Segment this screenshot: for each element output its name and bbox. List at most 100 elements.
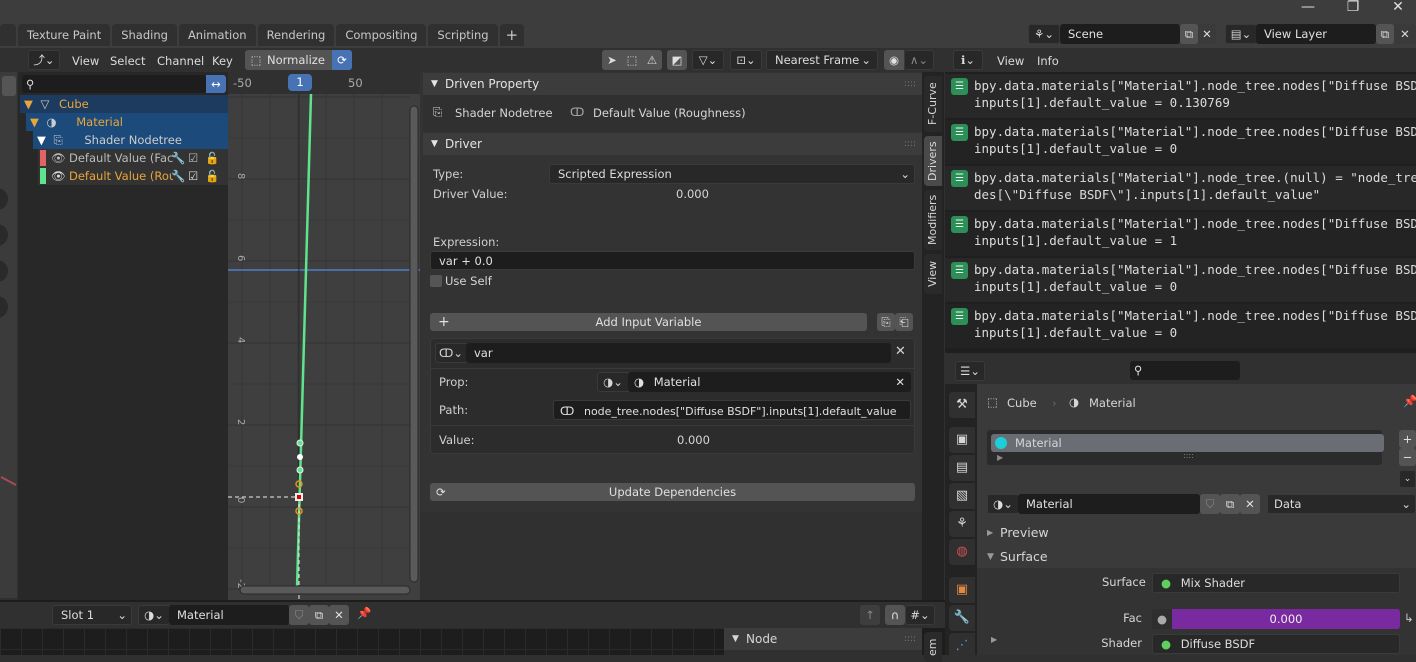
log-entry[interactable]: ☰ bpy.data.materials["Material"].node_tre… [945,212,1416,256]
log-entry[interactable]: ☰ bpy.data.materials["Material"].node_tre… [945,258,1416,302]
falloff-dropdown[interactable]: ∧⌄ [904,50,934,70]
eye-icon[interactable]: 👁 [51,167,66,185]
channel-material[interactable]: ▼ ◑ Material [26,113,228,131]
material-browse-button[interactable]: ◑⌄ [987,494,1019,514]
view-layer-name-field[interactable]: View Layer [1256,24,1376,44]
workspace-tab[interactable]: Rendering [257,24,335,46]
minimize-button[interactable]: — [1288,0,1328,14]
show-cursor-button[interactable]: ◩ [667,50,687,70]
log-entry[interactable]: ☰ bpy.data.materials["Material"].node_tre… [945,120,1416,164]
frame-ruler[interactable]: -50 1 50 [228,72,420,94]
current-frame-indicator[interactable]: 1 [288,74,312,91]
fake-user-button[interactable]: ⛉ [289,605,309,625]
drag-handle-icon[interactable]: :::: [904,73,916,95]
tab-output[interactable]: ▤ [949,455,975,481]
3d-viewport-sliver[interactable] [0,48,17,598]
fac-slider[interactable]: 0.000 [1172,609,1400,629]
navigate-gizmo[interactable] [0,296,8,318]
surface-panel-header[interactable]: ▼ Surface [977,546,1416,568]
new-scene-button[interactable]: ⧉ [1180,24,1198,44]
tab-view-layer[interactable]: ▧ [949,483,975,509]
drag-handle-icon[interactable]: :::: [904,628,916,650]
link-mode-dropdown[interactable]: Data ⌄ [1267,494,1416,514]
material-name-field[interactable]: Material [169,605,289,625]
tab-item[interactable]: em [924,632,942,662]
workspace-tab[interactable]: Texture Paint [18,24,111,46]
driver-panel-header[interactable]: ▼ Driver :::: [423,133,922,155]
menu-info[interactable]: Info [1037,52,1059,70]
unlink-material-button[interactable]: ✕ [329,605,349,625]
cursor-icon[interactable]: ➤ [602,50,622,70]
use-self-checkbox[interactable] [430,275,442,287]
channel-fcurve-roughness[interactable]: 👁 Default Value (Roug 🔧 ☑ 🔓 [38,167,228,185]
expand-arrow-icon[interactable]: ▶ [991,635,997,644]
duplicate-material-button[interactable]: ⧉ [1220,494,1240,514]
resize-handle-icon[interactable]: :::: [1183,451,1194,460]
surface-shader-field[interactable]: ● Mix Shader [1152,573,1400,593]
tab-tool[interactable]: ⚒ [949,392,975,418]
box-select-icon[interactable]: ⬚ [622,50,642,70]
maximize-button[interactable]: ❐ [1333,0,1373,14]
workspace-tab[interactable]: Compositing [336,24,427,46]
eye-icon[interactable]: 👁 [51,149,66,167]
duplicate-material-button[interactable]: ⧉ [309,605,329,625]
auto-normalize-button[interactable]: ⟳ [332,50,352,70]
channel-search-input[interactable]: ⚲ [22,75,206,93]
workspace-tab[interactable]: Animation [178,24,256,46]
log-entry[interactable]: ☰ bpy.data.materials["Material"].node_tre… [945,74,1416,118]
scene-name-field[interactable]: Scene [1060,24,1180,44]
expand-arrow-icon[interactable]: ▼ [26,115,39,129]
tab-view[interactable]: View [924,254,942,294]
tab-scene[interactable]: ⚘ [949,511,975,537]
material-slot-item[interactable]: Material [991,434,1384,452]
workspace-tab[interactable]: Scripting [428,24,498,46]
unlock-icon[interactable]: 🔓 [205,149,219,167]
filter-dropdown[interactable]: ▽⌄ [692,50,724,70]
sync-visibility-toggle[interactable]: ↔ [206,75,226,93]
warning-icon[interactable]: ⚠ [642,50,662,70]
parent-node-tree-button[interactable]: ↑ [860,605,880,625]
unlink-material-button[interactable]: ✕ [1240,494,1260,514]
update-dependencies-button[interactable]: ⟳ Update Dependencies [430,483,915,501]
channel-fcurve-fac[interactable]: 👁 Default Value (Fac) 🔧 ☑ 🔓 [38,149,228,167]
pin-icon[interactable]: 📌 [1403,394,1416,408]
material-name-field[interactable]: Material [1018,494,1200,514]
navigate-gizmo[interactable] [0,260,8,282]
material-browse-button[interactable]: ◑⌄ [138,605,170,625]
channel-object[interactable]: ▼ ▽ Cube [20,95,228,113]
scene-browse-button[interactable]: ⚘⌄ [1028,24,1060,44]
fac-socket[interactable]: ● [1152,609,1172,629]
menu-key[interactable]: Key [212,52,233,70]
remove-variable-button[interactable]: ✕ [895,344,906,359]
wrench-icon[interactable]: 🔧 [171,167,185,185]
menu-view[interactable]: View [997,52,1024,70]
link-arrow-icon[interactable]: ↳ [1404,611,1414,625]
expression-input[interactable]: var + 0.0 [430,251,915,270]
workspace-tab[interactable]: Shading [112,24,177,46]
copy-variables-button[interactable]: ⎘ [877,313,895,331]
checkbox-icon[interactable]: ☑ [188,167,198,185]
expand-arrow-icon[interactable]: ▼ [33,133,46,147]
slot-specials-button[interactable]: ⌄ [1399,470,1416,488]
data-path-input[interactable]: ↀ node_tree.nodes["Diffuse BSDF"].inputs… [553,400,911,420]
tab-modifiers[interactable]: Modifiers [924,190,942,250]
view-layer-browse-button[interactable]: ▤⌄ [1225,24,1257,44]
graph-canvas[interactable]: 8 6 4 2 0 -2 [228,94,420,600]
id-type-dropdown[interactable]: ◑⌄ [597,372,629,392]
preview-panel-header[interactable]: ▶ Preview [977,522,1416,544]
menu-channel[interactable]: Channel [157,52,204,70]
node-editor[interactable]: Slot 1 ⌄ ◑⌄ Material ⛉ ⧉ ✕ 📌 ↑ ∩ #⌄ ▼ Nod… [0,600,945,662]
delete-scene-button[interactable]: ✕ [1198,24,1216,44]
navigate-gizmo[interactable] [0,188,8,210]
proportional-edit-toggle[interactable]: ◉ [884,50,904,70]
tab-drivers[interactable]: Drivers [924,136,942,186]
drag-handle-icon[interactable]: :::: [904,133,916,155]
pivot-dropdown[interactable]: ⊡⌄ [730,50,762,70]
log-entry[interactable]: ☰ bpy.data.materials["Material"].node_tre… [945,304,1416,348]
driven-property-panel-header[interactable]: ▼ Driven Property :::: [423,73,922,95]
channel-nodetree[interactable]: ▼ ⎘ Shader Nodetree [33,131,228,149]
expand-arrow-icon[interactable]: ▶ [997,453,1003,462]
tab-object[interactable]: ▣ [949,577,975,603]
driver-type-dropdown[interactable]: Scripted Expression ⌄ [549,164,915,184]
editor-type-button[interactable]: ⤴⌄ [28,50,60,70]
